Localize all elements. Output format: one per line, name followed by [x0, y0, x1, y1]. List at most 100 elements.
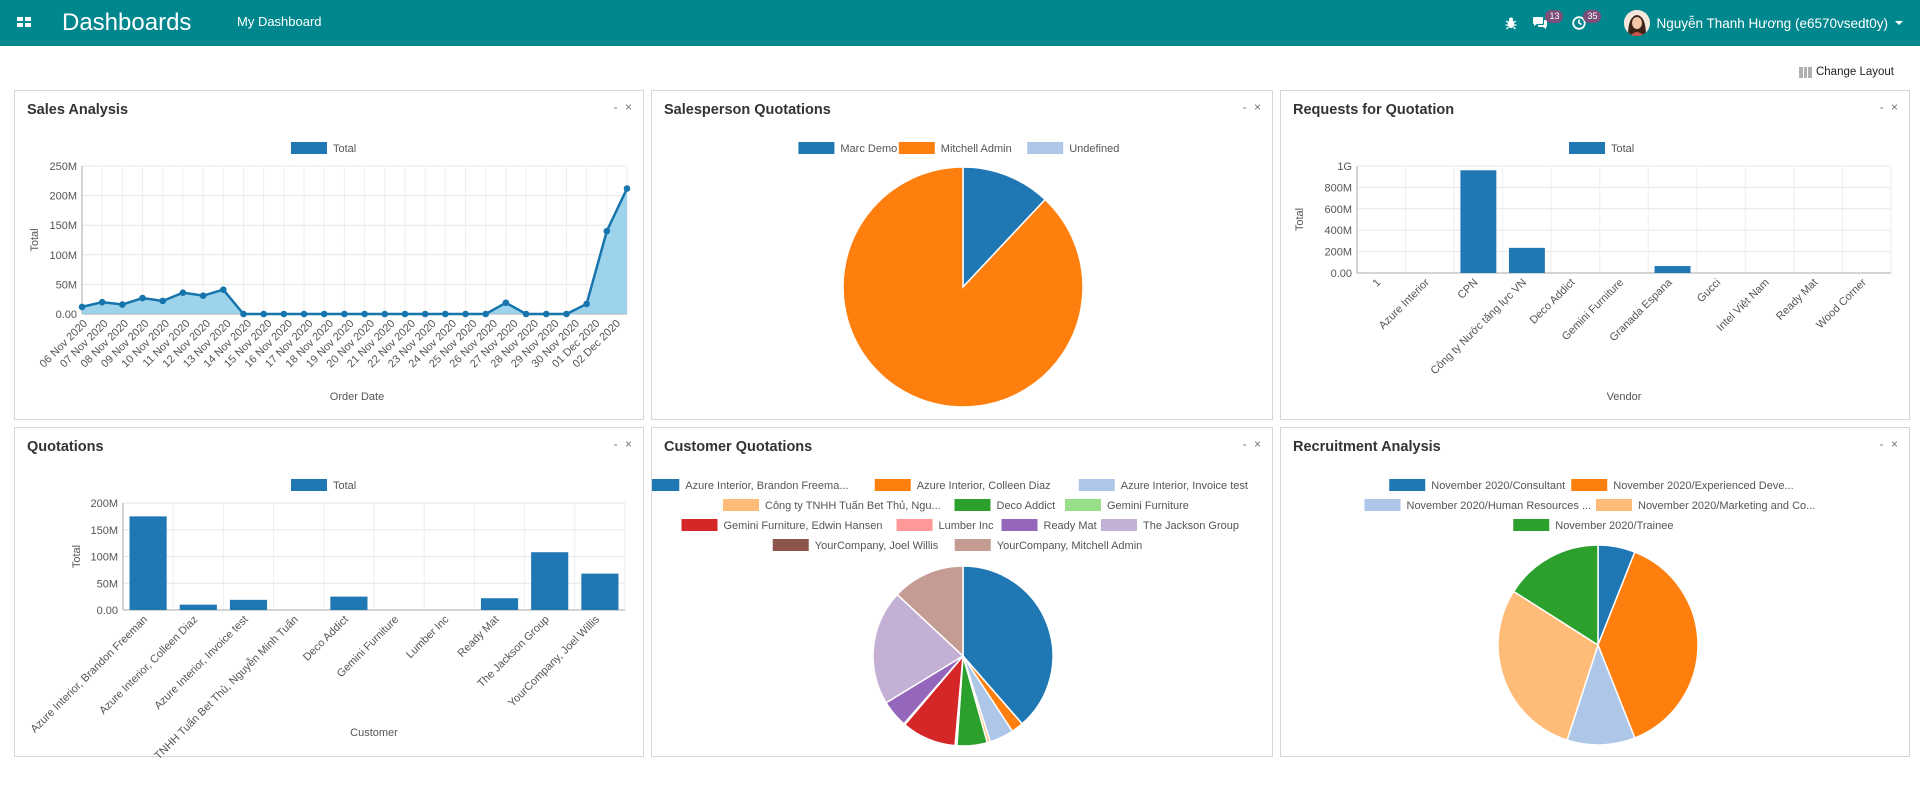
card-sales-analysis: Sales Analysis - × Total 0.00 50M 100M 150M 2… — [14, 90, 644, 420]
data-point — [159, 297, 167, 305]
x-tick-label: Deco Addict — [301, 614, 351, 664]
legend-label: Ready Mat — [1044, 520, 1097, 532]
customer-quotations-chart: Azure Interior, Brandon Freema... Azure I… — [652, 479, 1248, 747]
data-point — [603, 227, 611, 235]
data-point — [401, 310, 409, 318]
data-point — [98, 298, 106, 306]
x-tick-label: 1 — [1371, 277, 1384, 290]
data-point — [78, 303, 86, 311]
messages-button[interactable]: 13 — [1532, 0, 1564, 46]
legend-swatch — [874, 479, 911, 491]
legend-label: Công ty TNHH Tuấn Bet Thủ, Ngu... — [765, 500, 941, 512]
legend-label: YourCompany, Mitchell Admin — [997, 540, 1143, 552]
legend-swatch — [1389, 479, 1426, 491]
x-tick-label: Ready Mat — [456, 614, 502, 660]
y-tick-label: 100M — [90, 552, 118, 564]
debug-bug-button[interactable] — [1504, 0, 1518, 46]
y-tick-label: 1G — [1337, 161, 1352, 173]
bar — [179, 604, 217, 610]
data-point — [300, 310, 308, 318]
change-layout-label: Change Layout — [1815, 66, 1894, 78]
y-tick-label: 50M — [97, 578, 118, 590]
legend-label: November 2020/Experienced Deve... — [1613, 480, 1793, 492]
x-tick-label: YourCompany, Joel Willis — [506, 613, 602, 709]
legend-label: Azure Interior, Brandon Freema... — [685, 480, 848, 492]
y-axis-label: Total — [1294, 208, 1306, 231]
menu-my-dashboard[interactable]: My Dashboard — [237, 14, 322, 29]
bar — [1654, 266, 1691, 273]
messages-count-badge: 13 — [1545, 10, 1564, 23]
legend-label: Undefined — [1069, 143, 1119, 155]
x-tick-label: Công ty TNHH Tuấn Bet Thủ, Nguyễn Minh T… — [123, 613, 301, 758]
apps-menu-icon[interactable] — [16, 14, 32, 30]
x-tick-label: Azure Interior, Colleen Diaz — [97, 614, 200, 717]
data-point — [563, 310, 570, 318]
bar — [1460, 170, 1497, 273]
quotations-chart: Total 0.00 50M 100M 150M 200M Azure Interior, … — [28, 479, 626, 758]
data-point — [320, 310, 328, 318]
legend-swatch — [772, 539, 809, 551]
data-point — [623, 185, 631, 192]
legend-swatch — [954, 539, 991, 551]
y-tick-label: 800M — [1324, 182, 1352, 194]
y-axis-label: Total — [71, 545, 83, 568]
card-customer-quotations: Customer Quotations - × Azure Interior, … — [651, 427, 1273, 757]
bar — [1508, 247, 1545, 273]
y-tick-label: 400M — [1324, 225, 1352, 237]
y-tick-label: 150M — [49, 220, 77, 232]
data-point — [280, 310, 288, 318]
legend-swatch — [1027, 142, 1064, 154]
legend-label: Gemini Furniture, Edwin Hansen — [724, 520, 883, 532]
legend-swatch — [291, 479, 327, 491]
y-tick-label: 200M — [90, 498, 118, 510]
legend-label: Marc Demo — [840, 143, 897, 155]
data-point — [260, 310, 267, 318]
legend-label: Azure Interior, Invoice test — [1121, 480, 1248, 492]
legend-swatch — [896, 519, 933, 531]
legend-swatch — [291, 142, 327, 154]
avatar — [1624, 10, 1651, 36]
y-tick-label: 0.00 — [97, 605, 118, 617]
data-point — [119, 301, 126, 308]
data-point — [482, 310, 490, 318]
card-recruitment-analysis: Recruitment Analysis - × November 2020/C… — [1280, 427, 1910, 757]
y-tick-label: 600M — [1324, 204, 1352, 216]
data-point — [442, 310, 449, 318]
legend-swatch — [1513, 519, 1550, 531]
sales-analysis-chart: Total0.0050M100M150M200M250M06 Nov 20200… — [29, 142, 631, 403]
y-tick-label: 100M — [49, 250, 77, 262]
y-tick-label: 0.00 — [1331, 268, 1352, 280]
pie-slice — [842, 166, 1084, 408]
legend-swatch — [1065, 499, 1101, 511]
change-layout-button[interactable]: Change Layout — [1798, 66, 1894, 78]
legend-label: Total — [333, 143, 356, 155]
legend-swatch — [1596, 499, 1632, 511]
data-point — [240, 310, 247, 318]
bar — [229, 599, 268, 610]
data-point — [462, 310, 469, 318]
y-axis-label: Total — [29, 228, 41, 251]
legend-swatch — [681, 519, 718, 531]
legend-label: Lumber Inc — [939, 520, 995, 532]
data-point — [199, 292, 207, 299]
card-salesperson-quotations: Salesperson Quotations - × Marc Demo Mitc… — [651, 90, 1273, 420]
data-point — [583, 300, 590, 308]
y-tick-label: 250M — [49, 161, 77, 173]
legend-swatch — [1364, 499, 1401, 511]
x-tick-label: Wood Corner — [1814, 276, 1869, 331]
legend-label: Deco Addict — [997, 500, 1056, 512]
bug-icon — [1505, 17, 1517, 30]
bar — [581, 573, 619, 610]
data-point — [179, 289, 187, 296]
activities-button[interactable]: 35 — [1572, 0, 1602, 46]
user-name: Nguyễn Thanh Hương (e6570vsedt0y) — [1656, 15, 1888, 31]
legend-label: Gemini Furniture — [1107, 500, 1189, 512]
bar — [129, 516, 167, 610]
x-tick-label: Công ty Nước tăng lực VN — [1429, 277, 1530, 378]
user-menu[interactable]: Nguyễn Thanh Hương (e6570vsedt0y) — [1624, 10, 1904, 36]
legend-label: November 2020/Human Resources ... — [1407, 500, 1592, 512]
legend-label: November 2020/Trainee — [1555, 520, 1673, 532]
data-point — [341, 310, 348, 318]
activities-count-badge: 35 — [1583, 10, 1602, 23]
data-point — [139, 294, 146, 302]
